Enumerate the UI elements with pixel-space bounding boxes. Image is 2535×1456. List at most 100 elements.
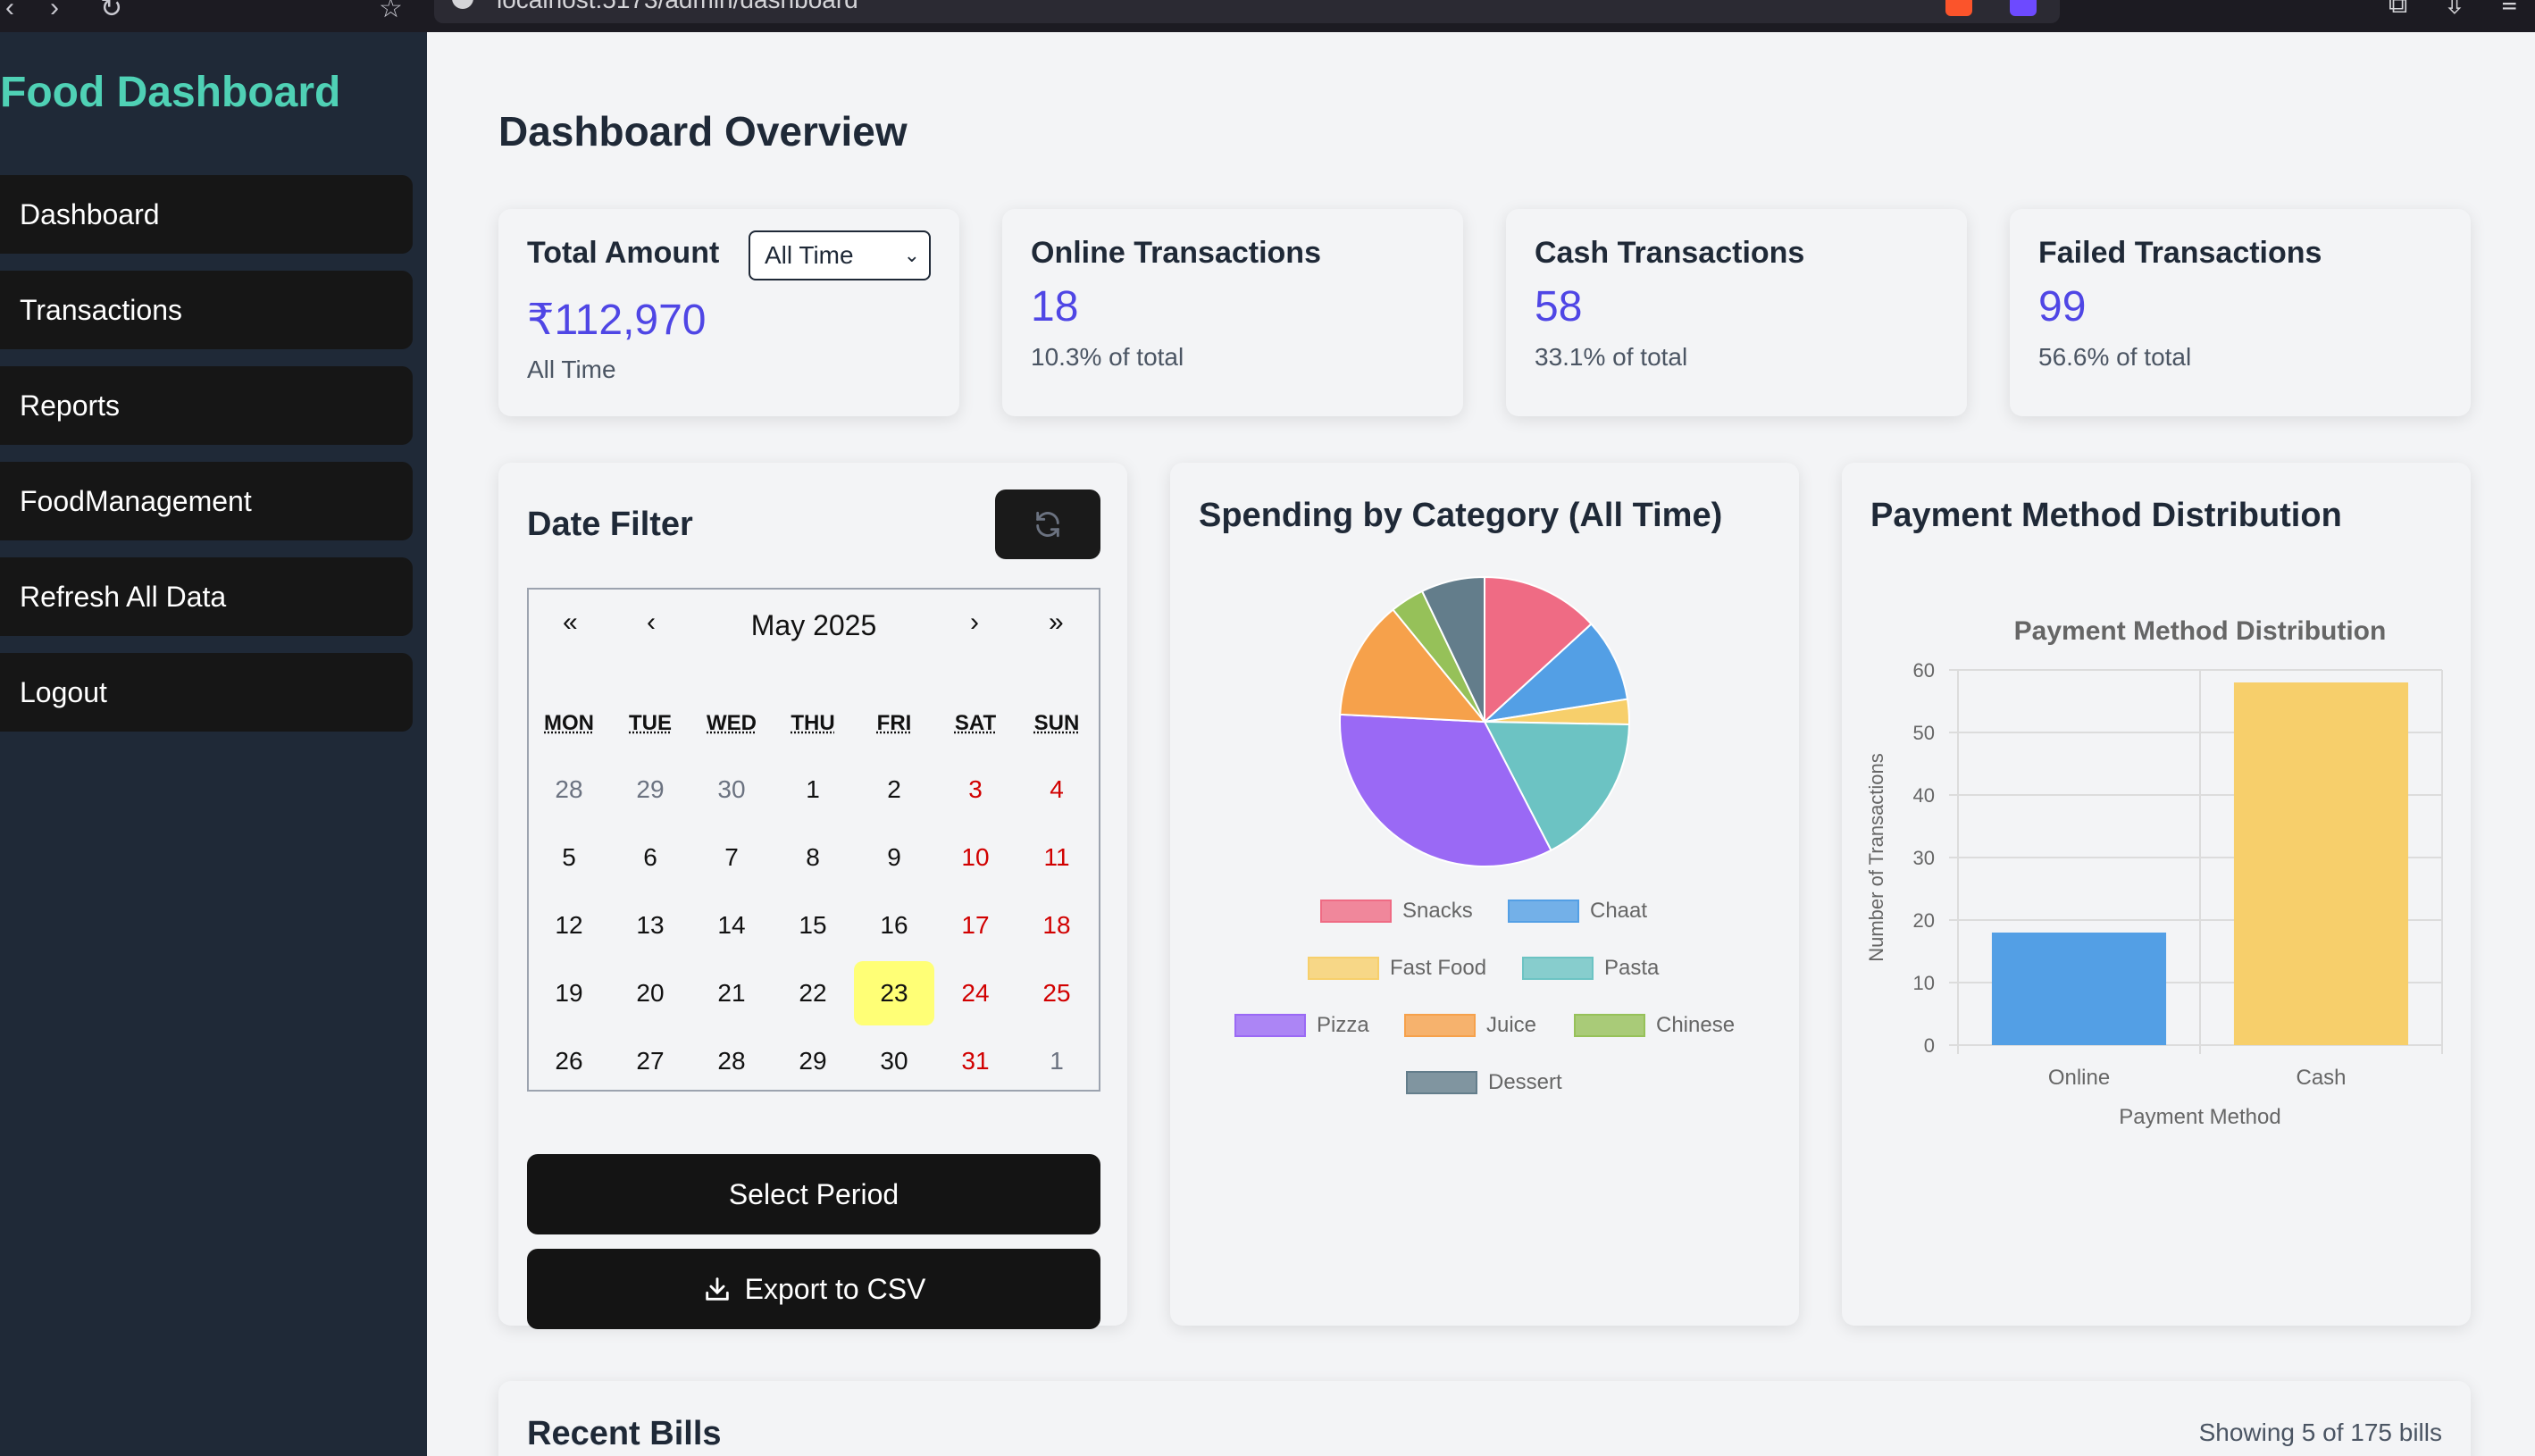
calendar-day[interactable]: 30: [691, 757, 772, 822]
legend-item[interactable]: Snacks: [1320, 899, 1473, 924]
legend-item[interactable]: Juice: [1404, 1013, 1536, 1038]
total-amount-card: Total Amount All Time ⌄ ₹112,970 All Tim…: [498, 209, 959, 416]
brave-shield-icon[interactable]: [1945, 0, 1972, 16]
sidebar-item-reports[interactable]: Reports: [0, 366, 413, 445]
calendar-day[interactable]: 27: [610, 1029, 690, 1093]
forward-arrow-icon[interactable]: ›: [50, 0, 59, 23]
legend-item[interactable]: Chinese: [1574, 1013, 1735, 1038]
calendar-day[interactable]: 6: [610, 825, 690, 890]
stat-value: 99: [2038, 283, 2087, 331]
calendar-day[interactable]: 28: [691, 1029, 772, 1093]
calendar-day[interactable]: 10: [935, 825, 1016, 890]
weekday-header: THU: [791, 711, 835, 735]
legend-item[interactable]: Chaat: [1508, 899, 1647, 924]
calendar-day[interactable]: 2: [854, 757, 934, 822]
download-icon: [705, 1277, 729, 1301]
calendar-day[interactable]: 5: [529, 825, 609, 890]
legend-label: Pasta: [1604, 956, 1660, 980]
legend-item[interactable]: Dessert: [1406, 1070, 1562, 1095]
sidebar-item-logout[interactable]: Logout: [0, 653, 413, 732]
calendar-day[interactable]: 24: [935, 961, 1016, 1025]
site-info-icon[interactable]: [452, 0, 473, 9]
calendar-day[interactable]: 11: [1017, 825, 1097, 890]
legend-item[interactable]: Pizza: [1234, 1013, 1369, 1038]
export-csv-label: Export to CSV: [744, 1272, 926, 1305]
calendar-day[interactable]: 22: [773, 961, 853, 1025]
cash-transactions-card: Cash Transactions 58 33.1% of total: [1506, 209, 1967, 416]
calendar-day[interactable]: 18: [1017, 893, 1097, 958]
menu-icon[interactable]: ≡: [2501, 0, 2517, 21]
address-bar[interactable]: localhost:5173/admin/dashboard: [434, 0, 2060, 23]
legend-item[interactable]: Fast Food: [1308, 956, 1486, 981]
legend-label: Chaat: [1590, 899, 1648, 923]
calendar-day[interactable]: 19: [529, 961, 609, 1025]
calendar-day[interactable]: 14: [691, 893, 772, 958]
calendar-day[interactable]: 9: [854, 825, 934, 890]
legend-swatch: [1406, 1071, 1477, 1094]
y-tick-label: 40: [1913, 784, 1935, 807]
calendar-day[interactable]: 20: [610, 961, 690, 1025]
legend-label: Juice: [1486, 1013, 1537, 1037]
calendar-day[interactable]: 28: [529, 757, 609, 822]
select-period-button[interactable]: Select Period: [527, 1154, 1100, 1234]
calendar-day[interactable]: 25: [1017, 961, 1097, 1025]
calendar-day[interactable]: 23: [854, 961, 934, 1025]
next-year-button[interactable]: »: [1049, 607, 1064, 638]
export-csv-button[interactable]: Export to CSV: [527, 1249, 1100, 1329]
calendar-month-label[interactable]: May 2025: [529, 609, 1099, 642]
spending-category-card: Spending by Category (All Time) Snacks Ch…: [1170, 463, 1799, 1326]
bar-online[interactable]: [1991, 933, 2167, 1045]
downloads-icon[interactable]: ⇩: [2443, 0, 2465, 21]
calendar-day[interactable]: 1: [1017, 1029, 1097, 1093]
extensions-icon[interactable]: ⧉: [2389, 0, 2407, 21]
back-arrow-icon[interactable]: ‹: [5, 0, 14, 23]
extension-icon[interactable]: [2010, 0, 2037, 16]
stat-subtext: 56.6% of total: [2038, 343, 2192, 371]
sidebar-item-food-management[interactable]: FoodManagement: [0, 462, 413, 540]
x-axis-title: Payment Method: [2119, 1105, 2280, 1129]
stat-title: Total Amount: [527, 236, 720, 270]
calendar-day[interactable]: 17: [935, 893, 1016, 958]
calendar-day[interactable]: 4: [1017, 757, 1097, 822]
calendar-day[interactable]: 26: [529, 1029, 609, 1093]
y-tick-label: 10: [1913, 972, 1935, 994]
calendar-day[interactable]: 15: [773, 893, 853, 958]
sidebar-item-transactions[interactable]: Transactions: [0, 271, 413, 349]
calendar-day[interactable]: 12: [529, 893, 609, 958]
bookmark-icon[interactable]: ☆: [379, 0, 403, 24]
app-brand[interactable]: Food Dashboard: [0, 68, 340, 117]
y-tick-label: 30: [1913, 847, 1935, 869]
calendar-day[interactable]: 13: [610, 893, 690, 958]
calendar-day[interactable]: 16: [854, 893, 934, 958]
calendar-day[interactable]: 29: [610, 757, 690, 822]
stat-value: 58: [1535, 283, 1583, 331]
calendar-day[interactable]: 8: [773, 825, 853, 890]
sidebar-item-dashboard[interactable]: Dashboard: [0, 175, 413, 254]
legend-swatch: [1320, 900, 1392, 923]
y-axis-title: Number of Transactions: [1865, 753, 1887, 962]
refresh-button[interactable]: [995, 490, 1100, 559]
url-text: localhost:5173/admin/dashboard: [497, 0, 858, 13]
calendar-day[interactable]: 29: [773, 1029, 853, 1093]
legend-label: Fast Food: [1390, 956, 1487, 980]
chevron-down-icon: ⌄: [903, 244, 920, 266]
legend-item[interactable]: Pasta: [1522, 956, 1659, 981]
refresh-icon: [1036, 511, 1059, 538]
period-select[interactable]: All Time ⌄: [749, 230, 931, 280]
bar-cash[interactable]: [2233, 682, 2409, 1045]
payment-method-card: Payment Method Distribution Payment Meth…: [1842, 463, 2471, 1326]
stat-subtext: 33.1% of total: [1535, 343, 1688, 371]
calendar-day[interactable]: 1: [773, 757, 853, 822]
calendar-day[interactable]: 30: [854, 1029, 934, 1093]
sidebar-item-refresh-all-data[interactable]: Refresh All Data: [0, 557, 413, 636]
calendar-day[interactable]: 7: [691, 825, 772, 890]
online-transactions-card: Online Transactions 18 10.3% of total: [1002, 209, 1463, 416]
page-title: Dashboard Overview: [498, 108, 908, 155]
weekday-header: TUE: [629, 711, 672, 735]
next-month-button[interactable]: ›: [970, 607, 979, 638]
calendar-day[interactable]: 31: [935, 1029, 1016, 1093]
calendar-day[interactable]: 3: [935, 757, 1016, 822]
reload-icon[interactable]: ↻: [100, 0, 122, 24]
calendar-day[interactable]: 21: [691, 961, 772, 1025]
period-select-value: All Time: [765, 241, 854, 269]
